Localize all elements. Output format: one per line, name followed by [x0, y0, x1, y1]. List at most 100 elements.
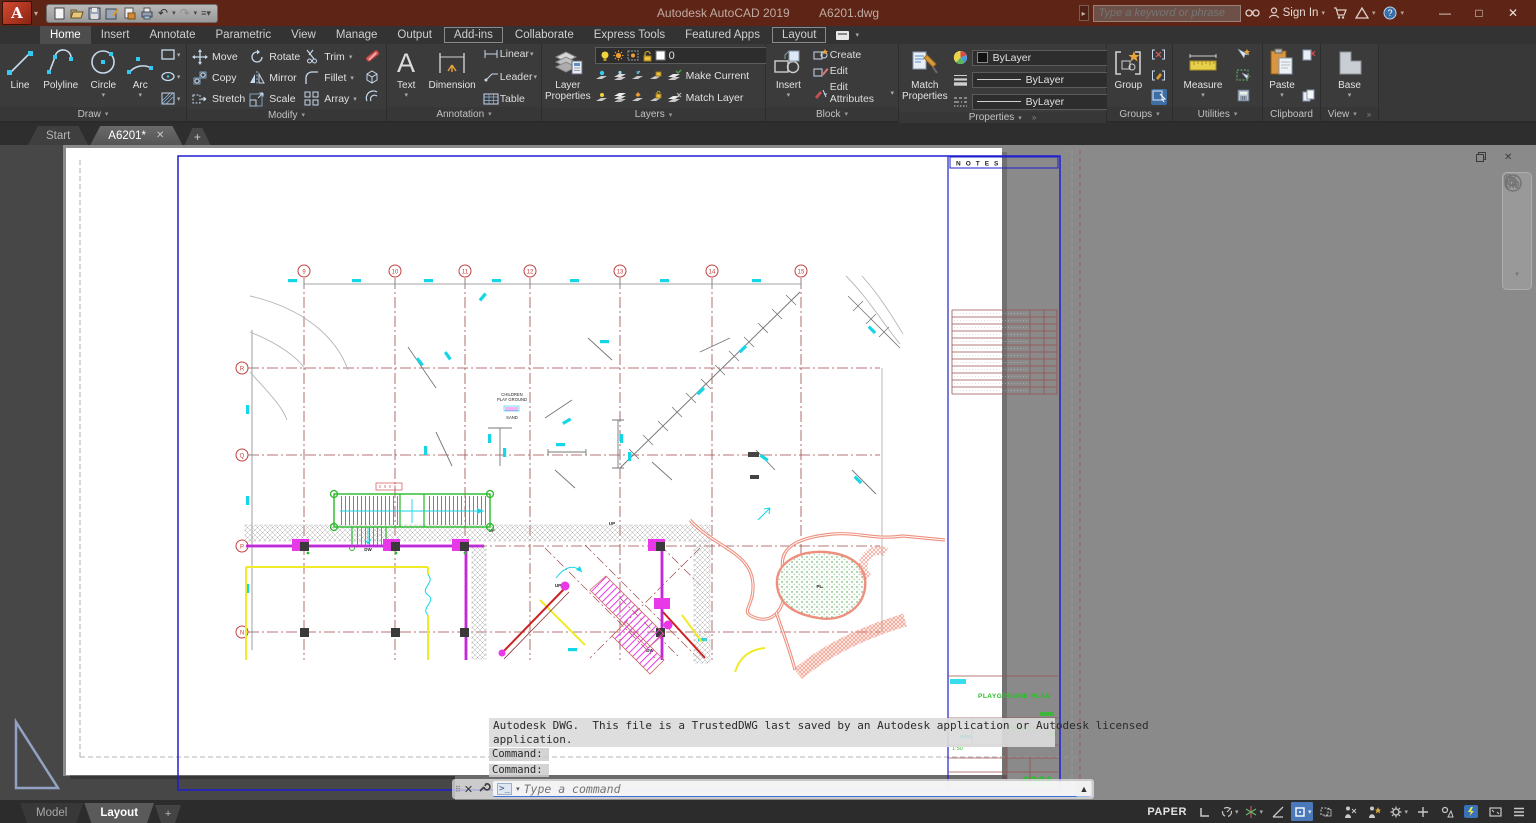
offset-tool[interactable] — [364, 89, 380, 107]
navbar-more-caret-icon[interactable]: ▾ — [1515, 270, 1519, 278]
clipboard-panel-label[interactable]: Clipboard — [1263, 107, 1320, 121]
object-snap-toggle[interactable]: ▾ — [1290, 802, 1314, 821]
circle-caret-icon[interactable]: ▾ — [102, 91, 106, 99]
edit-block-tool[interactable]: Edit — [813, 65, 848, 78]
new-file-icon[interactable] — [53, 7, 66, 20]
tab-featured-apps[interactable]: Featured Apps — [675, 26, 770, 44]
array-tool[interactable]: Array ▾ — [302, 88, 359, 109]
new-drawing-tab-button[interactable]: + — [184, 128, 210, 145]
arc-tool[interactable]: Arc ▾ — [124, 46, 156, 107]
file-tab-start[interactable]: Start — [28, 126, 88, 145]
utilities-panel-label[interactable]: Utilities ▾ — [1173, 107, 1262, 121]
customization-menu[interactable] — [1508, 802, 1530, 821]
qat-customize-icon[interactable]: ≡▾ — [201, 8, 211, 19]
layer-properties-tool[interactable]: Layer Properties — [545, 46, 591, 108]
a360-caret-icon[interactable]: ▾ — [1372, 9, 1376, 17]
match-layer-label[interactable]: Match Layer — [686, 92, 744, 104]
groups-panel-label[interactable]: Groups ▾ — [1107, 107, 1172, 121]
insert-block-tool[interactable]: Insert ▾ — [769, 46, 808, 107]
trim-caret-icon[interactable]: ▾ — [349, 53, 353, 61]
layer-off-icon[interactable] — [631, 70, 645, 82]
arc-caret-icon[interactable]: ▾ — [139, 91, 143, 99]
copy-clip-icon[interactable] — [1302, 89, 1316, 105]
tab-layout[interactable]: Layout — [771, 27, 827, 43]
object-color-select[interactable]: ByLayer▾ — [971, 49, 1124, 66]
search-icon[interactable] — [1244, 7, 1260, 19]
tab-home[interactable]: Home — [40, 26, 91, 44]
undo-icon[interactable]: ↶ — [158, 6, 168, 20]
lineweight-select[interactable]: ByLayer▾ — [971, 71, 1124, 88]
measure-tool[interactable]: Measure ▾ — [1176, 46, 1230, 107]
rectangle-caret-icon[interactable]: ▾ — [177, 51, 181, 59]
hatch-caret-icon[interactable]: ▾ — [177, 95, 181, 103]
layer-lock-icon[interactable] — [649, 70, 663, 82]
tab-parametric[interactable]: Parametric — [206, 26, 282, 44]
move-tool[interactable]: Move — [190, 46, 247, 67]
polyline-tool[interactable]: Polyline — [39, 46, 82, 107]
command-input[interactable] — [523, 781, 1087, 796]
trim-tool[interactable]: Trim ▾ — [302, 46, 359, 67]
edit-attributes-tool[interactable]: Edit Attributes ▾ — [813, 81, 894, 105]
isometric-drafting-toggle[interactable]: ▾ — [1242, 802, 1265, 821]
paste-tool[interactable]: Paste ▾ — [1266, 46, 1298, 107]
rotate-tool[interactable]: Rotate — [247, 46, 302, 67]
tab-insert[interactable]: Insert — [91, 26, 140, 44]
command-bar-grip[interactable]: ⠿ — [455, 785, 461, 794]
tab-manage[interactable]: Manage — [326, 26, 388, 44]
text-tool[interactable]: A Text ▾ — [390, 46, 422, 107]
ellipse-tool[interactable]: ▾ — [161, 70, 180, 83]
isolate-objects-toggle[interactable] — [1436, 802, 1458, 821]
rectangle-tool[interactable]: ▾ — [161, 48, 181, 61]
annotation-panel-label[interactable]: Annotation ▾ — [387, 107, 541, 121]
recent-commands-caret-icon[interactable]: ▾ — [516, 785, 520, 793]
modify-panel-label[interactable]: Modify ▾ — [187, 109, 386, 121]
layer-unlock2-icon[interactable] — [649, 91, 663, 104]
paste-caret-icon[interactable]: ▾ — [1280, 91, 1284, 99]
help-icon[interactable]: ? ▾ — [1383, 6, 1404, 20]
layer-thaw2-icon[interactable] — [631, 92, 645, 104]
file-tab-drawing[interactable]: A6201* ✕ — [90, 126, 182, 145]
ungroup-icon[interactable] — [1151, 48, 1166, 64]
view-panel-label[interactable]: View ▾» — [1321, 107, 1378, 121]
group-tool[interactable]: Group — [1110, 46, 1147, 107]
match-properties-tool[interactable]: Match Properties — [902, 46, 948, 112]
block-panel-label[interactable]: Block ▾ — [766, 107, 898, 121]
leader-tool[interactable]: Leader ▾ — [483, 71, 537, 83]
tab-output[interactable]: Output — [387, 26, 442, 44]
line-tool[interactable]: Line — [3, 46, 37, 107]
graphics-performance-toggle[interactable] — [1460, 802, 1482, 821]
layer-isolate-icon[interactable] — [595, 70, 609, 82]
open-file-icon[interactable] — [70, 7, 84, 20]
sheet-set-icon[interactable] — [123, 7, 136, 20]
command-history-up-icon[interactable]: ▲ — [1076, 781, 1092, 797]
annotation-monitor-toggle[interactable] — [1412, 802, 1434, 821]
command-customize-wrench-icon[interactable] — [477, 782, 491, 797]
match-layer-icon[interactable] — [667, 92, 682, 104]
group-selection-toggle-icon[interactable] — [1150, 89, 1167, 105]
search-input[interactable] — [1092, 4, 1241, 22]
leader-caret-icon[interactable]: ▾ — [533, 73, 537, 81]
table-tool[interactable]: Table — [483, 93, 525, 105]
erase-tool[interactable] — [364, 48, 380, 66]
linear-caret-icon[interactable]: ▾ — [530, 50, 534, 58]
copy-tool[interactable]: Copy — [190, 67, 247, 88]
app-menu-caret-icon[interactable]: ▾ — [34, 9, 38, 18]
select-similar-icon[interactable] — [1236, 69, 1251, 85]
stretch-tool[interactable]: Stretch — [190, 88, 247, 109]
save-as-icon[interactable] — [105, 7, 119, 20]
ribbon-display-toggle[interactable]: ▾ — [836, 26, 859, 44]
layer-on2-icon[interactable] — [595, 92, 609, 104]
explode-tool[interactable] — [364, 69, 380, 87]
help-caret-icon[interactable]: ▾ — [1400, 9, 1404, 17]
doc-close-icon[interactable]: ✕ — [1504, 152, 1512, 163]
object-snap-tracking-toggle[interactable] — [1267, 802, 1289, 821]
annotation-autoscale-toggle[interactable] — [1363, 802, 1385, 821]
layers-panel-label[interactable]: Layers ▾ — [542, 108, 765, 121]
annotation-visibility-toggle[interactable] — [1339, 802, 1361, 821]
tab-view[interactable]: View — [281, 26, 326, 44]
paper-space-toggle[interactable]: PAPER — [1142, 806, 1192, 818]
redo-icon[interactable]: ↷ — [180, 6, 190, 20]
app-menu-button[interactable]: A — [2, 1, 32, 25]
tab-collaborate[interactable]: Collaborate — [505, 26, 584, 44]
tab-add-ins[interactable]: Add-ins — [443, 27, 503, 43]
